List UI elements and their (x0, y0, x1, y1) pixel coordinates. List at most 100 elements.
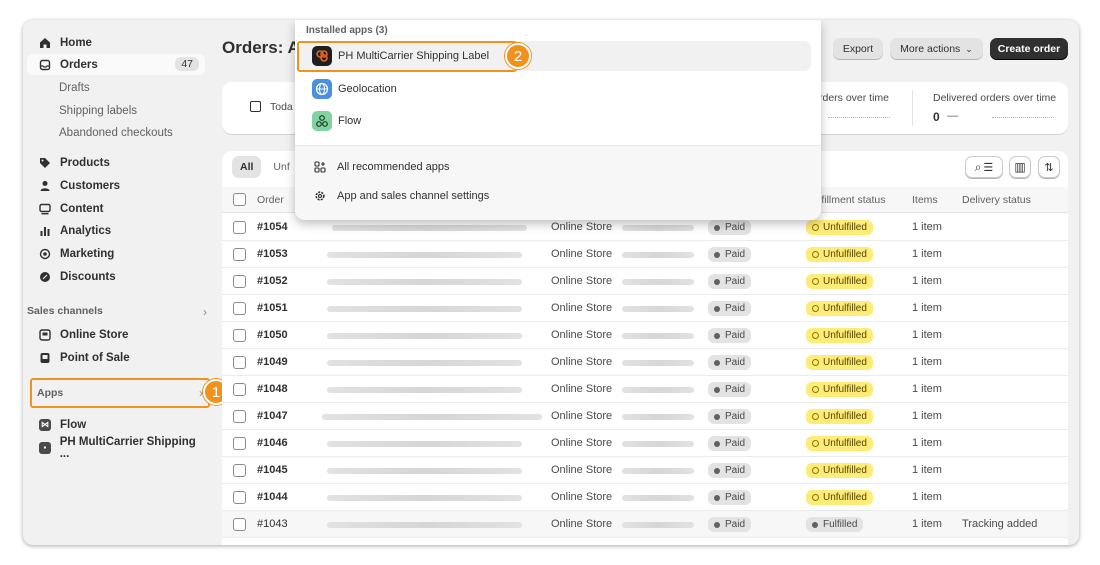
row-checkbox[interactable] (233, 275, 246, 288)
divider (912, 90, 913, 126)
more-actions-button[interactable]: More actions ⌄ (890, 38, 983, 60)
create-order-button[interactable]: Create order (990, 38, 1068, 60)
table-row[interactable]: #1050 Online Store Paid Unfulfilled 1 item (222, 322, 1068, 349)
table-row[interactable]: #1051 Online Store Paid Unfulfilled 1 item (222, 295, 1068, 322)
item-count: 1 item (912, 356, 942, 368)
sidebar-item-shipping-labels[interactable]: Shipping labels (27, 100, 205, 121)
sidebar-item-label: PH MultiCarrier Shipping ... (59, 435, 196, 460)
order-number[interactable]: #1049 (257, 356, 288, 368)
order-number[interactable]: #1051 (257, 302, 288, 314)
sales-channels-heading[interactable]: Sales channels (27, 305, 103, 317)
sales-channel: Online Store (551, 491, 613, 503)
table-row[interactable]: #1047 Online Store Paid Unfulfilled 1 item (222, 403, 1068, 430)
apps-highlight-box (30, 378, 210, 408)
columns-button[interactable]: ▥ (1009, 156, 1031, 178)
table-row[interactable]: #1045 Online Store Paid Unfulfilled 1 item (222, 457, 1068, 484)
redacted-total (622, 387, 694, 393)
app-item-flow[interactable]: Flow (299, 106, 811, 136)
order-number[interactable]: #1054 (257, 221, 288, 233)
order-number[interactable]: #1043 (257, 518, 288, 530)
sort-button[interactable]: ⇅ (1038, 156, 1060, 178)
delivery-status: Tracking added (962, 518, 1038, 530)
sidebar-item-customers[interactable]: Customers (27, 175, 205, 196)
table-row[interactable]: #1043 Online Store Paid Fulfilled 1 item Trac… (222, 511, 1068, 538)
sidebar-item-marketing[interactable]: Marketing (27, 243, 205, 264)
table-row[interactable]: #1049 Online Store Paid Unfulfilled 1 item (222, 349, 1068, 376)
date-range-label[interactable]: Toda (270, 101, 293, 113)
sidebar-item-label: Flow (60, 418, 87, 431)
sidebar-item-label: Marketing (60, 247, 115, 260)
row-checkbox[interactable] (233, 518, 246, 531)
table-row[interactable]: #1052 Online Store Paid Unfulfilled 1 item (222, 268, 1068, 295)
redacted-customer (327, 279, 522, 285)
row-checkbox[interactable] (233, 356, 246, 369)
order-number[interactable]: #1053 (257, 248, 288, 260)
column-fulfillment-status[interactable]: lfillment status (819, 194, 886, 206)
row-checkbox[interactable] (233, 329, 246, 342)
sidebar-item-drafts[interactable]: Drafts (27, 77, 205, 98)
item-count: 1 item (912, 464, 942, 476)
row-checkbox[interactable] (233, 383, 246, 396)
all-recommended-apps-link[interactable]: All recommended apps (313, 160, 450, 174)
item-count: 1 item (912, 248, 942, 260)
page-title: Orders: A (222, 38, 300, 57)
tab-unfulfilled[interactable]: Unf (265, 156, 297, 178)
sidebar-item-online-store[interactable]: Online Store (27, 324, 205, 345)
order-number[interactable]: #1046 (257, 437, 288, 449)
select-all-checkbox[interactable] (233, 193, 246, 206)
order-number[interactable]: #1048 (257, 383, 288, 395)
column-items[interactable]: Items (912, 194, 938, 206)
sidebar-item-content[interactable]: Content (27, 198, 205, 219)
app-item-label: Geolocation (338, 83, 397, 95)
export-button[interactable]: Export (833, 38, 883, 60)
sidebar-item-products[interactable]: Products (27, 152, 205, 173)
row-checkbox[interactable] (233, 437, 246, 450)
row-checkbox[interactable] (233, 464, 246, 477)
app-settings-link[interactable]: App and sales channel settings (313, 189, 489, 203)
sidebar-item-discounts[interactable]: Discounts (27, 266, 205, 287)
payment-status-badge: Paid (708, 463, 752, 478)
sales-channel: Online Store (551, 302, 613, 314)
search-filter-button[interactable]: ⌕ ☰ (965, 156, 1003, 178)
table-row[interactable]: #1046 Online Store Paid Unfulfilled 1 item (222, 430, 1068, 457)
app-item-geolocation[interactable]: Geolocation (299, 74, 811, 104)
gear-icon (313, 189, 327, 203)
item-count: 1 item (912, 491, 942, 503)
row-checkbox[interactable] (233, 248, 246, 261)
row-checkbox[interactable] (233, 491, 246, 504)
row-checkbox[interactable] (233, 410, 246, 423)
order-number[interactable]: #1052 (257, 275, 288, 287)
delivered-orders-value: 0 (933, 110, 940, 124)
order-number[interactable]: #1045 (257, 464, 288, 476)
table-row[interactable]: #1044 Online Store Paid Unfulfilled 1 item (222, 484, 1068, 511)
column-delivery-status[interactable]: Delivery status (962, 194, 1031, 206)
sidebar-item-label: Drafts (59, 81, 90, 94)
fulfillment-status-badge: Unfulfilled (806, 247, 873, 262)
table-row[interactable]: #1048 Online Store Paid Unfulfilled 1 item (222, 376, 1068, 403)
sidebar-item-label: Shipping labels (59, 104, 138, 117)
sidebar-item-home[interactable]: Home (27, 32, 205, 53)
sidebar-item-label: Analytics (60, 224, 112, 237)
redacted-customer (327, 495, 522, 501)
calendar-icon[interactable] (250, 101, 261, 112)
sidebar-item-point-of-sale[interactable]: Point of Sale (27, 347, 205, 368)
sidebar-item-analytics[interactable]: Analytics (27, 220, 205, 241)
redacted-total (622, 279, 694, 285)
column-order[interactable]: Order (257, 194, 284, 206)
sidebar-item-orders[interactable]: Orders 47 (27, 54, 205, 75)
sidebar-item-flow[interactable]: ⋈ Flow (27, 414, 205, 435)
sidebar-item-abandoned-checkouts[interactable]: Abandoned checkouts (27, 122, 205, 143)
order-number[interactable]: #1050 (257, 329, 288, 341)
sidebar-item-ph-multicarrier[interactable]: ▪ PH MultiCarrier Shipping ... (27, 435, 205, 460)
redacted-total (622, 306, 694, 312)
payment-status-badge: Paid (708, 517, 752, 532)
table-row[interactable]: #1053 Online Store Paid Unfulfilled 1 item (222, 241, 1068, 268)
order-number[interactable]: #1047 (257, 410, 288, 422)
row-checkbox[interactable] (233, 302, 246, 315)
tab-all[interactable]: All (232, 156, 262, 178)
order-number[interactable]: #1044 (257, 491, 288, 503)
row-checkbox[interactable] (233, 221, 246, 234)
step-2-marker: 2 (505, 43, 531, 69)
chevron-right-icon[interactable]: › (203, 305, 207, 319)
fulfillment-status-badge: Unfulfilled (806, 463, 873, 478)
